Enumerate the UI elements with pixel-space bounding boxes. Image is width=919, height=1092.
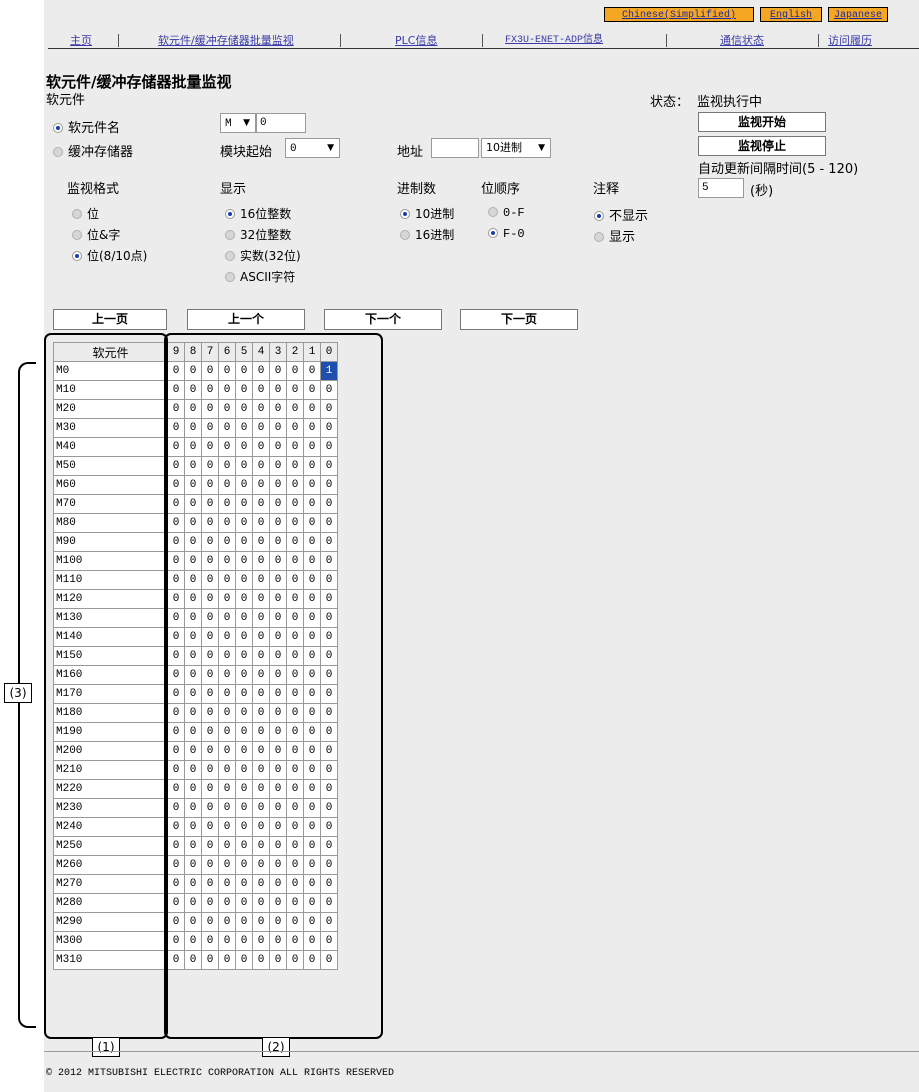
radio-unselected-icon [72, 209, 82, 219]
radio-unselected-icon [225, 272, 235, 282]
comment-hide-radio[interactable]: 不显示 [594, 205, 648, 224]
chevron-down-icon: ▼ [538, 143, 545, 153]
radio-selected-icon [400, 209, 410, 219]
status-value: 监视执行中 [697, 95, 763, 110]
bit-order-label: 位顺序 [481, 182, 521, 197]
monitor-start-button[interactable]: 监视开始 [698, 112, 826, 132]
device-column-callout-frame [44, 333, 168, 1039]
radio-unselected-icon [225, 251, 235, 261]
nav-access-history[interactable]: 访问履历 [828, 34, 872, 47]
bit-columns-callout-frame [164, 333, 383, 1039]
copyright-text: © 2012 MITSUBISHI ELECTRIC CORPORATION A… [46, 1068, 395, 1079]
comment-label: 注释 [593, 182, 620, 197]
nav-divider [818, 34, 819, 47]
nav-device-monitor[interactable]: 软元件/缓冲存储器批量监视 [158, 34, 294, 47]
radio-unselected-icon [594, 232, 604, 242]
chevron-down-icon: ▼ [243, 118, 250, 128]
address-input[interactable] [431, 138, 479, 158]
display-label: 显示 [220, 182, 247, 197]
radio-unselected-icon [72, 230, 82, 240]
display-32bit-radio[interactable]: 32位整数 [225, 226, 291, 243]
prev-button[interactable]: 上一个 [187, 309, 305, 330]
device-number-input[interactable]: 0 [256, 113, 306, 133]
lang-chinese-button[interactable]: Chinese(Simplified) [604, 7, 754, 22]
callout-2: (2) [262, 1037, 290, 1057]
nav-comm-status[interactable]: 通信状态 [720, 34, 764, 47]
display-real-radio[interactable]: 实数(32位) [225, 247, 301, 264]
device-section-label: 软元件 [46, 93, 86, 108]
radix-dec-radio[interactable]: 10进制 [400, 205, 454, 222]
format-bit-8-10-radio[interactable]: 位(8/10点) [72, 247, 147, 264]
display-ascii-radio[interactable]: ASCII字符 [225, 268, 295, 285]
lang-japanese-button[interactable]: Japanese [828, 7, 888, 22]
address-radix-select[interactable]: 10进制 ▼ [481, 138, 551, 158]
radio-selected-icon [53, 123, 63, 133]
interval-label: 自动更新间隔时间(5 - 120) [698, 162, 859, 177]
footer-divider [44, 1051, 919, 1052]
device-name-radio[interactable]: 软元件名 [53, 117, 120, 136]
module-start-select[interactable]: 0 ▼ [285, 138, 340, 158]
interval-input[interactable]: 5 [698, 178, 744, 198]
radix-hex-radio[interactable]: 16进制 [400, 226, 454, 243]
display-16bit-radio[interactable]: 16位整数 [225, 205, 291, 222]
lang-english-button[interactable]: English [760, 7, 822, 22]
callout-3: (3) [4, 683, 32, 703]
radio-unselected-icon [53, 147, 63, 157]
monitor-format-label: 监视格式 [67, 182, 120, 197]
monitor-stop-button[interactable]: 监视停止 [698, 136, 826, 156]
address-label: 地址 [397, 145, 424, 160]
comment-show-radio[interactable]: 显示 [594, 226, 635, 245]
status-label: 状态： [650, 95, 690, 110]
device-type-select[interactable]: M ▼ [220, 113, 256, 133]
radio-selected-icon [72, 251, 82, 261]
radix-label: 进制数 [397, 182, 437, 197]
callout-1: (1) [92, 1037, 120, 1057]
buffer-memory-radio[interactable]: 缓冲存储器 [53, 141, 133, 160]
nav-divider [666, 34, 667, 47]
nav-home[interactable]: 主页 [70, 34, 92, 47]
format-bit-word-radio[interactable]: 位&字 [72, 226, 120, 243]
radio-selected-icon [225, 209, 235, 219]
nav-plc-info[interactable]: PLC信息 [395, 34, 437, 47]
chevron-down-icon: ▼ [327, 143, 334, 153]
radio-unselected-icon [400, 230, 410, 240]
nav-underline [48, 48, 919, 49]
next-button[interactable]: 下一个 [324, 309, 442, 330]
nav-divider [118, 34, 119, 47]
next-page-button[interactable]: 下一页 [460, 309, 578, 330]
radio-unselected-icon [225, 230, 235, 240]
bit-order-f0-radio[interactable]: F-0 [488, 226, 525, 241]
nav-divider [482, 34, 483, 47]
nav-divider [340, 34, 341, 47]
prev-page-button[interactable]: 上一页 [53, 309, 167, 330]
interval-unit: (秒) [750, 184, 774, 199]
module-start-label: 模块起始 [220, 145, 273, 160]
radio-selected-icon [488, 228, 498, 238]
format-bit-radio[interactable]: 位 [72, 205, 99, 222]
radio-selected-icon [594, 211, 604, 221]
nav-enet-adp-info[interactable]: FX3U-ENET-ADP信息 [505, 34, 603, 47]
bit-order-0f-radio[interactable]: 0-F [488, 205, 525, 220]
top-nav: 主页 软元件/缓冲存储器批量监视 PLC信息 FX3U-ENET-ADP信息 通… [48, 34, 919, 47]
radio-unselected-icon [488, 207, 498, 217]
